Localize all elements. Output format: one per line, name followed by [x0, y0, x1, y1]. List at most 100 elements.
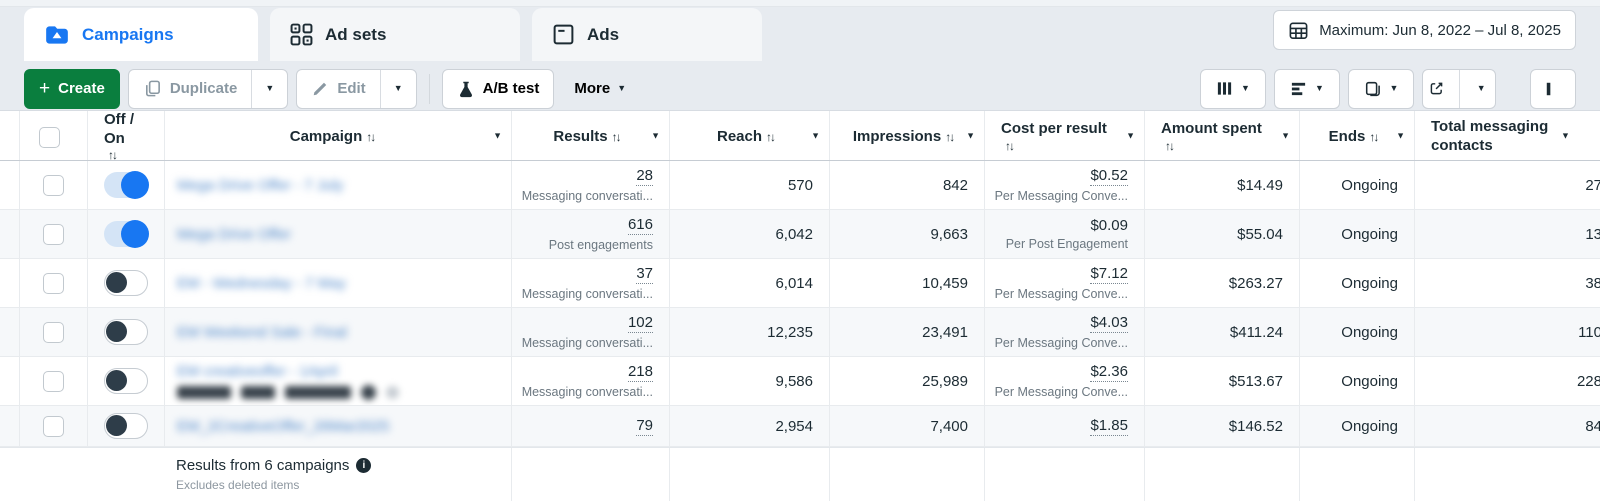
row-checkbox[interactable]	[43, 174, 64, 196]
campaign-name[interactable]: EM_2CreativeOffer_26Mar2025	[177, 418, 511, 435]
export-button[interactable]	[1423, 70, 1451, 108]
campaign-toggle[interactable]	[104, 270, 148, 296]
sort-icon[interactable]: ↑↓	[1005, 139, 1120, 154]
column-header-campaign[interactable]: Campaign ↑↓ ▼	[165, 111, 512, 160]
info-icon[interactable]: i	[356, 458, 372, 473]
chevron-down-icon[interactable]: ▼	[651, 130, 660, 141]
column-header-impressions[interactable]: Impressions ↑↓ ▼	[830, 111, 985, 160]
column-header-results[interactable]: Results ↑↓ ▼	[512, 111, 670, 160]
sort-icon[interactable]: ↑↓	[945, 130, 955, 145]
campaign-cell[interactable]: Mega Drive Offer - 7 July	[165, 161, 512, 209]
sort-icon[interactable]: ↑↓	[366, 130, 376, 145]
row-checkbox[interactable]	[43, 321, 64, 343]
chevron-down-icon: ▼	[1241, 83, 1250, 93]
campaign-cell[interactable]: EM_2CreativeOffer_26Mar2025	[165, 406, 512, 446]
column-header-ends[interactable]: Ends ↑↓ ▼	[1300, 111, 1415, 160]
campaign-toggle[interactable]	[104, 413, 148, 439]
cost-type-label: Per Messaging Conve...	[994, 287, 1128, 301]
chevron-down-icon[interactable]: ▼	[1396, 130, 1405, 141]
contacts-value: 27	[1585, 176, 1600, 194]
results-value[interactable]: 37	[636, 265, 653, 284]
column-header-reach[interactable]: Reach ↑↓ ▼	[670, 111, 830, 160]
row-checkbox[interactable]	[43, 223, 64, 245]
campaign-cell[interactable]: EM creativeoffer - 1April	[165, 357, 512, 405]
results-value[interactable]: 79	[636, 417, 653, 436]
results-value[interactable]: 218	[627, 363, 653, 382]
results-value[interactable]: 28	[636, 167, 653, 186]
left-gutter	[0, 357, 20, 405]
contacts-value: 84	[1585, 417, 1600, 435]
campaign-toggle[interactable]	[104, 368, 148, 394]
cost-per-result-value[interactable]: $2.36	[1090, 363, 1128, 382]
contacts-value: 110	[1578, 323, 1600, 341]
duplicate-dropdown[interactable]: ▼	[251, 69, 287, 108]
campaign-name[interactable]: EM - Wednesday - 7 May	[177, 275, 511, 292]
campaign-name[interactable]: EM creativeoffer - 1April	[177, 363, 511, 380]
export-dropdown[interactable]: ▼	[1468, 70, 1496, 108]
results-value[interactable]: 616	[627, 216, 653, 235]
cost-per-result-value[interactable]: $0.09	[1090, 217, 1128, 234]
left-gutter	[0, 210, 20, 258]
campaign-name[interactable]: EM Weekend Sale - Final	[177, 324, 511, 341]
chevron-down-icon: ▼	[1315, 83, 1324, 93]
chevron-down-icon[interactable]: ▼	[1281, 130, 1290, 141]
date-range-picker[interactable]: Maximum: Jun 8, 2022 – Jul 8, 2025	[1273, 10, 1576, 50]
cost-per-result-value[interactable]: $4.03	[1090, 314, 1128, 333]
campaign-cell[interactable]: Mega Drive Offer	[165, 210, 512, 258]
campaign-toggle[interactable]	[104, 220, 149, 248]
summary-row: Results from 6 campaigns i Excludes dele…	[0, 447, 1600, 501]
campaign-name[interactable]: Mega Drive Offer - 7 July	[177, 177, 511, 194]
tab-ad-sets[interactable]: Ad sets	[270, 8, 520, 61]
row-checkbox[interactable]	[43, 272, 64, 294]
sort-icon[interactable]: ↑↓	[1165, 139, 1275, 154]
duplicate-button[interactable]: Duplicate	[129, 70, 252, 108]
select-all-checkbox[interactable]	[39, 126, 60, 148]
chevron-down-icon[interactable]: ▼	[1561, 130, 1570, 141]
edit-button[interactable]: Edit	[297, 70, 379, 108]
cost-per-result-value[interactable]: $1.85	[1090, 417, 1128, 436]
column-header-cost-per-result[interactable]: Cost per result ↑↓ ▼	[985, 111, 1145, 160]
row-checkbox[interactable]	[43, 415, 64, 437]
summary-empty-cell	[1415, 448, 1600, 501]
table-row: Mega Drive Offer 616 Post engagements 6,…	[0, 210, 1600, 259]
tab-ads[interactable]: Ads	[532, 8, 762, 61]
campaign-toggle[interactable]	[104, 319, 148, 345]
amount-spent-header-label: Amount spent	[1161, 120, 1262, 138]
ends-value: Ongoing	[1341, 274, 1398, 292]
column-header-off-on[interactable]: Off / On ↑↓	[88, 111, 165, 163]
reach-value: 6,014	[775, 274, 813, 292]
cost-per-result-value[interactable]: $0.52	[1090, 167, 1128, 186]
cost-per-result-value[interactable]: $7.12	[1090, 265, 1128, 284]
results-value[interactable]: 102	[627, 314, 653, 333]
edit-dropdown[interactable]: ▼	[379, 69, 416, 108]
cost-per-result-cell: $7.12 Per Messaging Conve...	[985, 259, 1145, 307]
create-button[interactable]: + Create	[24, 68, 120, 109]
reports-button[interactable]: ▼	[1348, 68, 1414, 109]
more-button[interactable]: More ▼	[562, 69, 638, 109]
sort-icon[interactable]: ↑↓	[612, 130, 622, 145]
chevron-down-icon[interactable]: ▼	[811, 130, 820, 141]
chevron-down-icon[interactable]: ▼	[1126, 130, 1135, 141]
campaign-name[interactable]: Mega Drive Offer	[177, 226, 511, 243]
cost-type-label: Per Messaging Conve...	[994, 189, 1128, 203]
chevron-down-icon[interactable]: ▼	[493, 130, 502, 141]
sort-icon[interactable]: ↑↓	[766, 130, 776, 145]
amount-spent-cell: $146.52	[1145, 406, 1300, 446]
tab-campaigns[interactable]: Campaigns	[24, 8, 258, 61]
partial-edge-button[interactable]	[1530, 68, 1576, 109]
column-header-amount-spent[interactable]: Amount spent ↑↓ ▼	[1145, 111, 1300, 160]
sort-icon[interactable]: ↑↓	[108, 148, 140, 163]
chevron-down-icon: ▼	[1476, 83, 1486, 93]
column-header-total-messaging-contacts[interactable]: Total messaging contacts ▼	[1415, 111, 1600, 160]
campaign-cell[interactable]: EM - Wednesday - 7 May	[165, 259, 512, 307]
results-type-label: Post engagements	[548, 238, 653, 252]
ab-test-button[interactable]: A/B test	[441, 68, 555, 109]
campaign-cell[interactable]: EM Weekend Sale - Final	[165, 308, 512, 356]
columns-button[interactable]: ▼	[1200, 68, 1266, 109]
row-checkbox[interactable]	[43, 370, 64, 392]
breakdown-button[interactable]: ▼	[1274, 68, 1340, 109]
chevron-down-icon[interactable]: ▼	[966, 130, 975, 141]
sort-icon[interactable]: ↑↓	[1369, 130, 1379, 145]
table-row: EM - Wednesday - 7 May 37 Messaging conv…	[0, 259, 1600, 308]
campaign-toggle[interactable]	[104, 171, 149, 199]
